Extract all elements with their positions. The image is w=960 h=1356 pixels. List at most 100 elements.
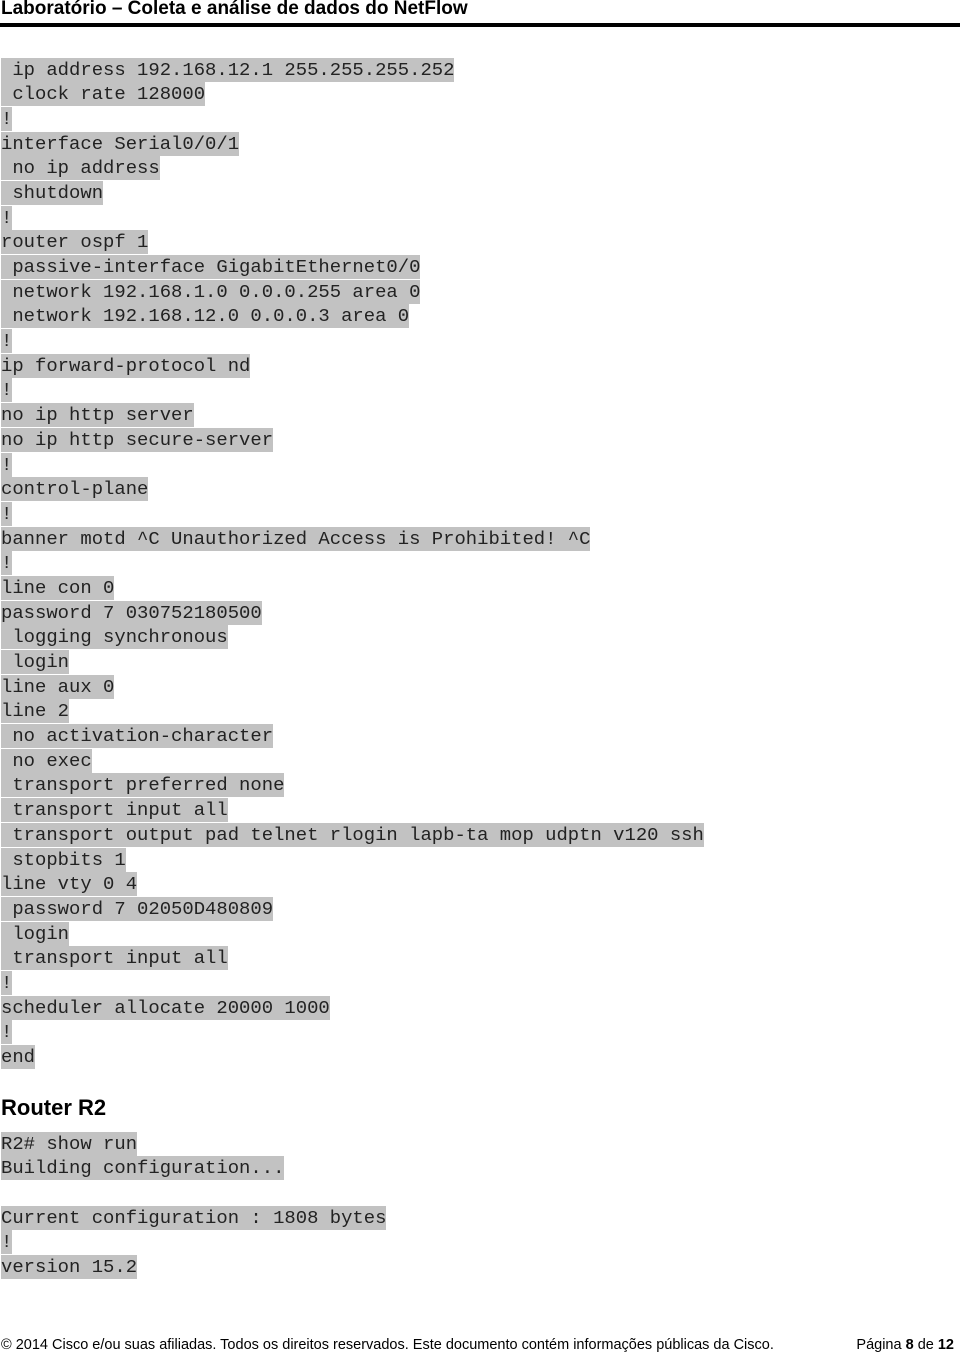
code-line-text: line con 0 xyxy=(1,575,115,600)
code-line: version 15.2 xyxy=(1,1254,386,1280)
code-line: Building configuration... xyxy=(1,1156,386,1181)
code-line-text: line vty 0 4 xyxy=(1,872,138,897)
code-line: control-plane xyxy=(1,477,704,502)
page-number: Página 8 de 12 xyxy=(856,1337,954,1353)
code-line-text: end xyxy=(1,1045,36,1069)
code-line: ! xyxy=(1,378,704,403)
code-line-text: scheduler allocate 20000 1000 xyxy=(1,995,330,1020)
code-line-text: ! xyxy=(1,378,13,403)
code-line-text: line aux 0 xyxy=(1,674,115,699)
document-title: Laboratório – Coleta e análise de dados … xyxy=(1,0,468,19)
page-label: Página xyxy=(856,1337,906,1353)
code-line: network 192.168.12.0 0.0.0.3 area 0 xyxy=(1,304,704,329)
code-line: transport input all xyxy=(1,946,704,971)
r2-config-listing: R2# show run Building configuration... Cur… xyxy=(1,1131,387,1280)
section-heading-router-r2: Router R2 xyxy=(1,1095,107,1120)
code-line-text: transport input all xyxy=(1,798,228,823)
code-line-text: no ip http server xyxy=(1,403,194,428)
code-line: ! xyxy=(1,1230,386,1255)
code-line-text: transport output pad telnet rlogin lapb-… xyxy=(1,822,704,847)
code-line-text: ! xyxy=(1,452,13,477)
code-line-text: logging synchronous xyxy=(1,625,228,650)
code-line-text: ip forward-protocol nd xyxy=(1,353,251,378)
code-line: line vty 0 4 xyxy=(1,872,704,897)
code-line: no ip http server xyxy=(1,403,704,428)
copyright-notice: © 2014 Cisco e/ou suas afiliadas. Todos … xyxy=(1,1337,774,1353)
code-line-text: ! xyxy=(1,970,13,995)
code-line: transport input all xyxy=(1,798,704,823)
code-line-text: Current configuration : 1808 bytes xyxy=(1,1205,387,1230)
code-line-text: shutdown xyxy=(1,180,104,205)
code-line: R2# show run xyxy=(1,1131,386,1157)
code-line-text: no ip address xyxy=(1,156,160,181)
code-line: end xyxy=(1,1045,704,1070)
code-line-text: control-plane xyxy=(1,477,149,502)
code-line: logging synchronous xyxy=(1,625,704,650)
code-line-text: R2# show run xyxy=(1,1131,138,1156)
code-line-text: stopbits 1 xyxy=(1,847,126,872)
code-line-text: ! xyxy=(1,329,13,354)
code-line: network 192.168.1.0 0.0.0.255 area 0 xyxy=(1,279,704,305)
code-line-text: no activation-character xyxy=(1,724,274,749)
code-line-text: transport input all xyxy=(1,946,228,971)
code-line: no ip address xyxy=(1,156,704,181)
code-line-text: banner motd ^C Unauthorized Access is Pr… xyxy=(1,526,591,551)
code-line: line aux 0 xyxy=(1,674,704,700)
code-line-text: version 15.2 xyxy=(1,1254,138,1279)
code-line: stopbits 1 xyxy=(1,847,704,873)
code-line-text: ! xyxy=(1,1020,13,1045)
code-line-text: ! xyxy=(1,551,13,576)
code-line: Current configuration : 1808 bytes xyxy=(1,1205,387,1231)
page-current: 8 xyxy=(905,1337,914,1353)
code-line-text: network 192.168.1.0 0.0.0.255 area 0 xyxy=(1,279,421,304)
code-line: no exec xyxy=(1,748,704,774)
code-line: banner motd ^C Unauthorized Access is Pr… xyxy=(1,526,704,552)
code-line: ! xyxy=(1,329,704,354)
code-line: transport preferred none xyxy=(1,773,704,798)
code-line: ! xyxy=(1,551,704,576)
code-line-text: password 7 030752180500 xyxy=(1,600,262,625)
code-line: ! xyxy=(1,205,704,231)
code-line: interface Serial0/0/1 xyxy=(1,131,704,157)
page-of: de xyxy=(913,1337,938,1353)
code-line: router ospf 1 xyxy=(1,230,704,255)
code-line-text: ! xyxy=(1,106,13,131)
code-line-text: clock rate 128000 xyxy=(1,82,206,107)
code-line-text: router ospf 1 xyxy=(1,230,149,255)
code-line-text: interface Serial0/0/1 xyxy=(1,131,240,156)
code-line-text: network 192.168.12.0 0.0.0.3 area 0 xyxy=(1,304,410,329)
code-line: ip address 192.168.12.1 255.255.255.252 xyxy=(1,57,704,83)
code-line: ! xyxy=(1,106,704,132)
code-line: shutdown xyxy=(1,180,704,206)
code-line: no activation-character xyxy=(1,724,704,749)
code-line: password 7 030752180500 xyxy=(1,600,704,626)
code-line: line 2 xyxy=(1,699,704,724)
code-line-text: line 2 xyxy=(1,699,70,724)
code-line-text: password 7 02050D480809 xyxy=(1,896,274,921)
header-divider xyxy=(0,23,960,27)
code-line: line con 0 xyxy=(1,575,704,601)
code-line: scheduler allocate 20000 1000 xyxy=(1,995,704,1021)
code-line: transport output pad telnet rlogin lapb-… xyxy=(1,822,704,848)
code-line: ! xyxy=(1,970,704,996)
code-line: ip forward-protocol nd xyxy=(1,353,704,379)
code-line: ! xyxy=(1,501,704,527)
code-line-text: Building configuration... xyxy=(1,1156,285,1181)
page-total: 12 xyxy=(937,1337,954,1353)
code-line-text: ! xyxy=(1,205,13,230)
code-line: login xyxy=(1,650,704,675)
r1-config-listing: ip address 192.168.12.1 255.255.255.252 … xyxy=(1,57,704,1070)
code-line: passive-interface GigabitEthernet0/0 xyxy=(1,255,704,280)
code-line: ! xyxy=(1,1020,704,1045)
code-line-text: no ip http secure-server xyxy=(1,427,274,452)
code-line: no ip http secure-server xyxy=(1,427,704,453)
code-line: password 7 02050D480809 xyxy=(1,896,704,922)
code-line-text: transport preferred none xyxy=(1,773,285,798)
code-line-text: passive-interface GigabitEthernet0/0 xyxy=(1,255,421,279)
code-line-text: ! xyxy=(1,501,13,526)
code-line-text: login xyxy=(1,650,70,674)
code-line: clock rate 128000 xyxy=(1,82,704,107)
code-line-text: login xyxy=(1,921,70,946)
code-line: ! xyxy=(1,452,704,478)
